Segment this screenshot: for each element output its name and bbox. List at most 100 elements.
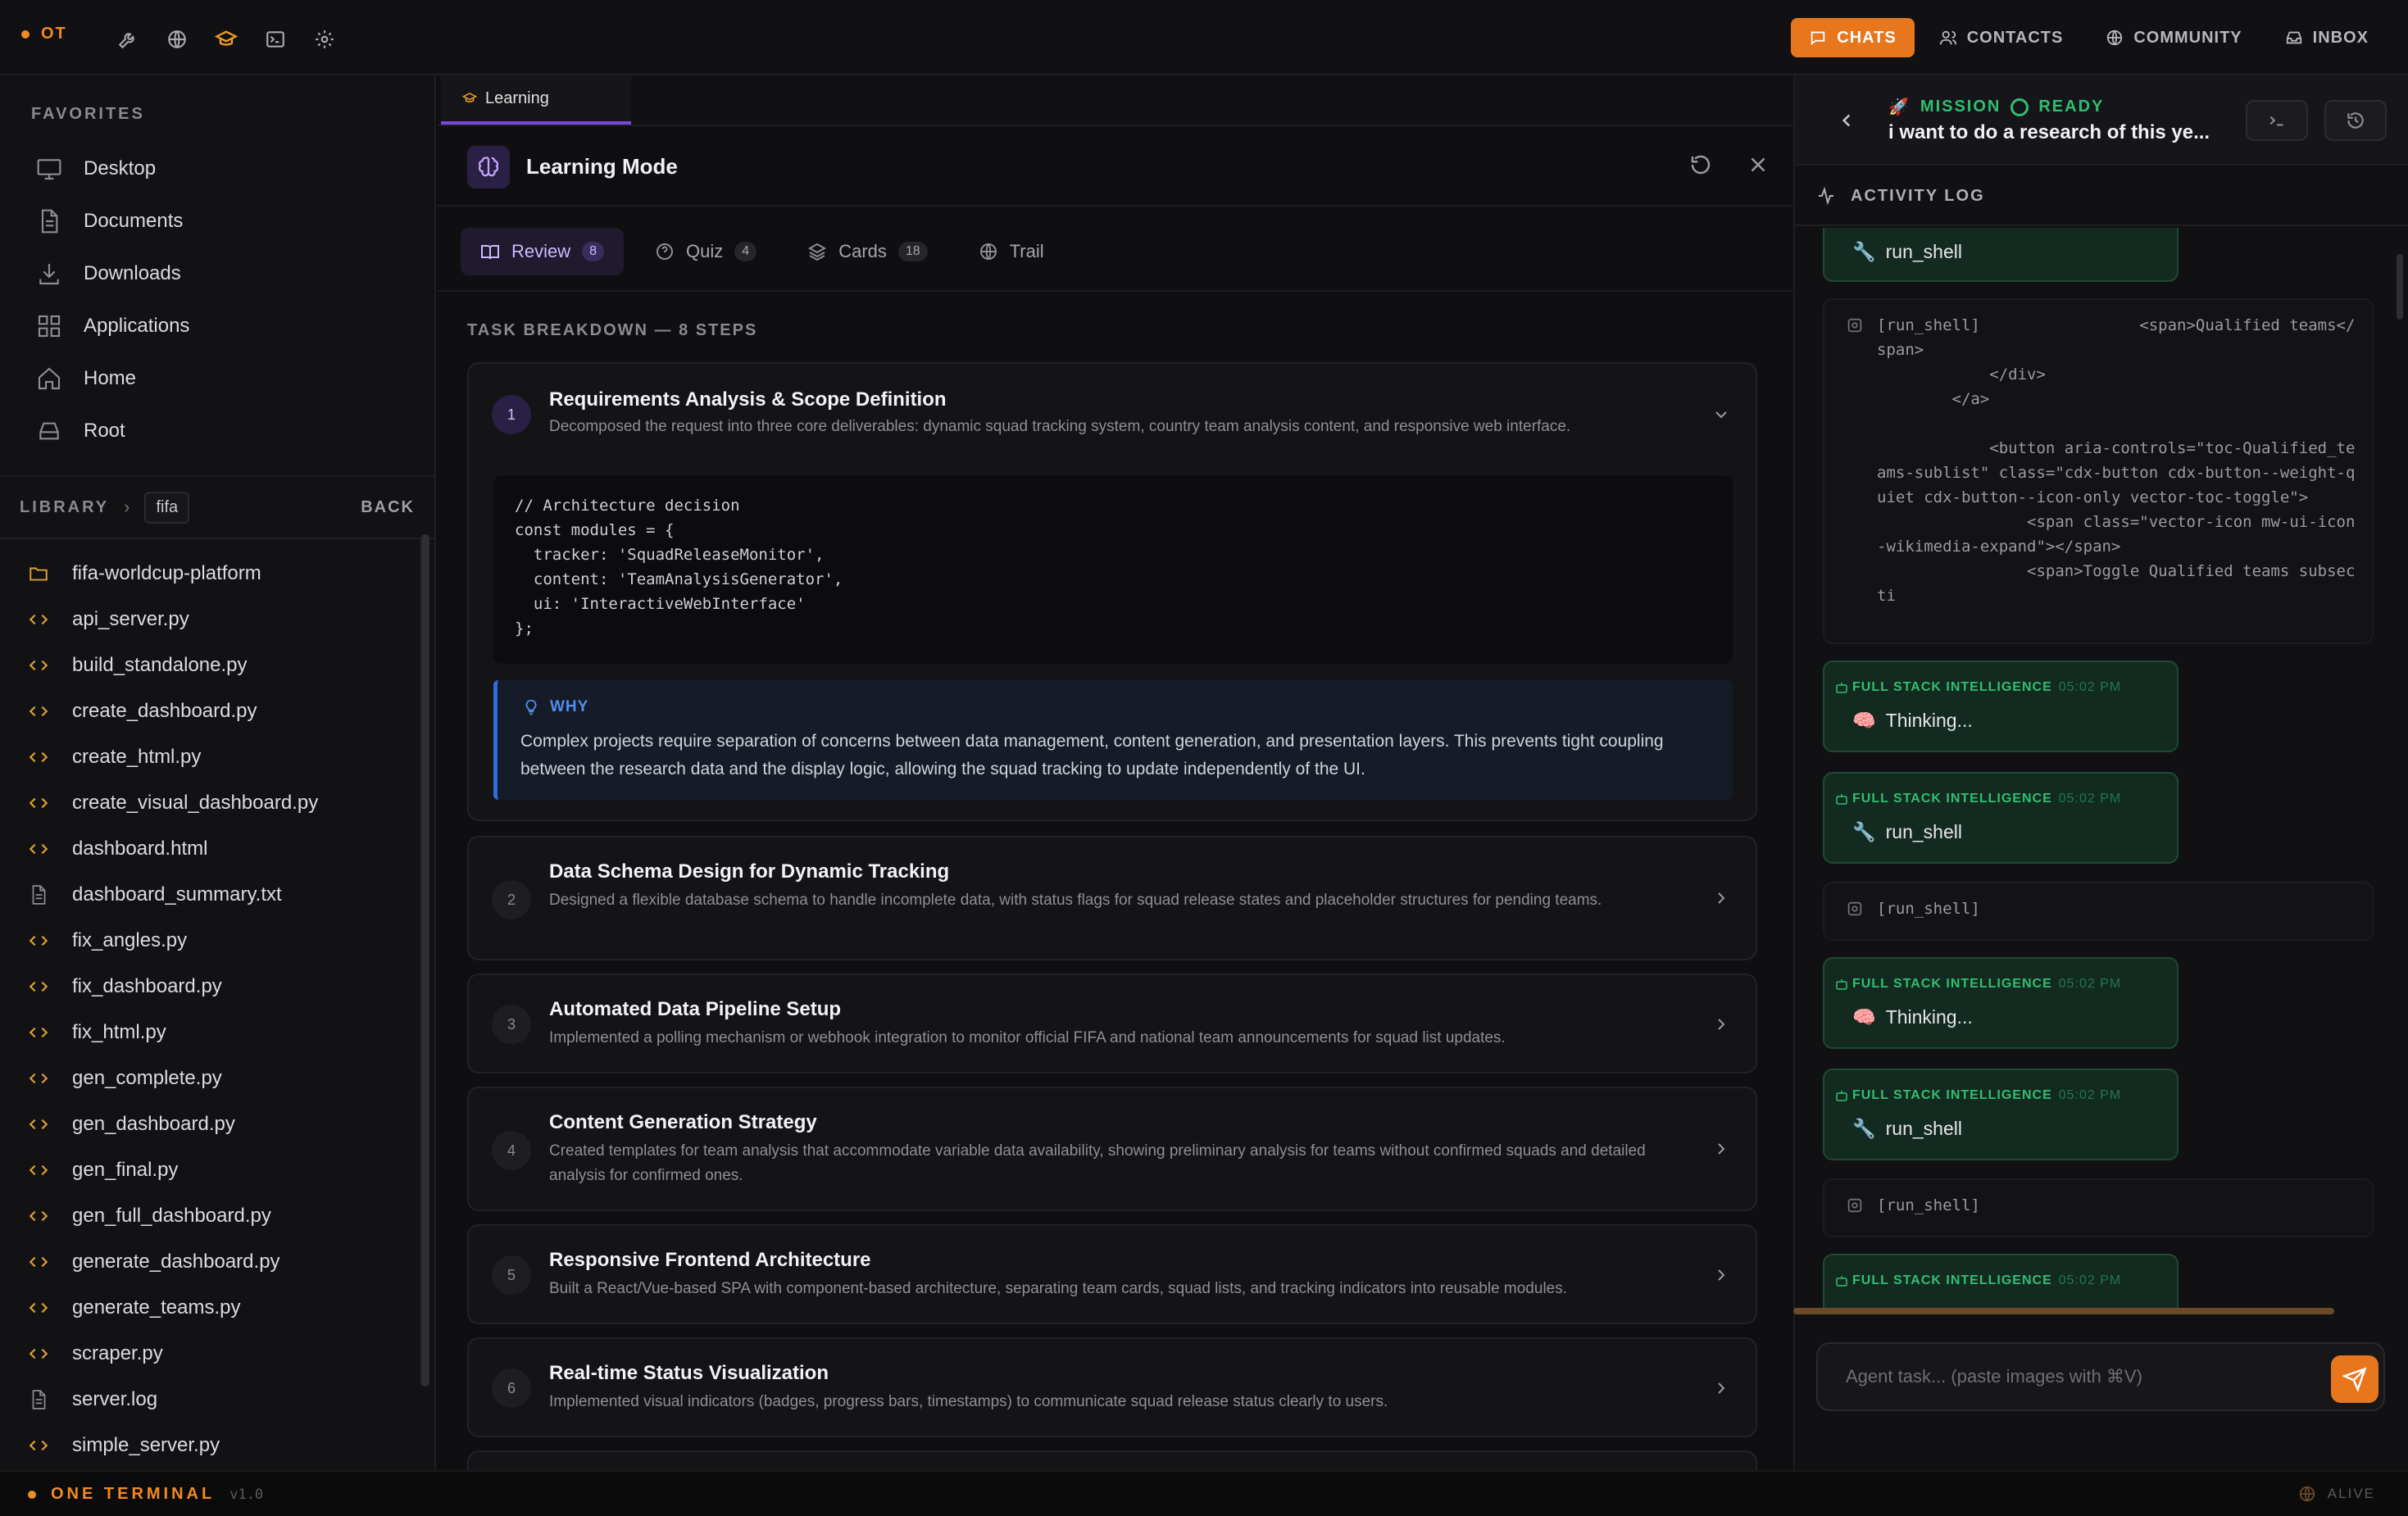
- file-name: generate_teams.py: [72, 1296, 241, 1319]
- file-item[interactable]: api_server.py: [25, 597, 418, 642]
- step-description: Implemented visual indicators (badges, p…: [549, 1393, 1388, 1410]
- step-number: 3: [492, 1005, 531, 1044]
- file-item[interactable]: fix_angles.py: [25, 918, 418, 964]
- tab-review[interactable]: Review 8: [461, 228, 625, 275]
- vertical-scrollbar[interactable]: [2397, 254, 2403, 320]
- code-line: const modules = {: [515, 521, 675, 539]
- file-item[interactable]: gen_full_dashboard.py: [25, 1193, 418, 1239]
- file-item[interactable]: server.log: [25, 1377, 418, 1423]
- brain-icon: [467, 146, 510, 188]
- step-card[interactable]: 3 Automated Data Pipeline Setup Implemen…: [467, 974, 1757, 1073]
- favorite-applications[interactable]: Applications: [36, 300, 189, 352]
- step-card[interactable]: 2 Data Schema Design for Dynamic Trackin…: [467, 836, 1757, 960]
- favorite-home[interactable]: Home: [36, 352, 189, 405]
- file-item[interactable]: fix_dashboard.py: [25, 964, 418, 1010]
- horizontal-scrollbar[interactable]: [1793, 1308, 2334, 1314]
- favorite-desktop[interactable]: Desktop: [36, 143, 189, 195]
- agent-name: FULL STACK INTELLIGENCE 05:02 PM: [1852, 792, 2121, 806]
- terminal-icon[interactable]: [261, 25, 290, 54]
- file-item[interactable]: scraper.py: [25, 1331, 418, 1377]
- refresh-icon[interactable]: [1688, 152, 1713, 177]
- back-button[interactable]: BACK: [361, 498, 415, 517]
- file-item[interactable]: build_standalone.py: [25, 642, 418, 688]
- code-icon: [25, 1112, 52, 1137]
- file-item[interactable]: gen_complete.py: [25, 1055, 418, 1101]
- file-item[interactable]: gen_dashboard.py: [25, 1101, 418, 1147]
- agent-task-input[interactable]: Agent task... (paste images with ⌘V): [1816, 1342, 2385, 1411]
- file-item[interactable]: fifa-worldcup-platform: [25, 551, 418, 597]
- favorite-downloads[interactable]: Downloads: [36, 247, 189, 300]
- agent-name: FULL STACK INTELLIGENCE 05:02 PM: [1852, 1088, 2121, 1103]
- favorites-title: FAVORITES: [31, 105, 145, 123]
- gear-icon[interactable]: [310, 25, 339, 54]
- globe-icon: [2107, 30, 2123, 46]
- chevron-down-icon[interactable]: [1711, 405, 1731, 424]
- file-item[interactable]: create_dashboard.py: [25, 688, 418, 734]
- tab-trail[interactable]: Trail: [959, 228, 1064, 275]
- file-item[interactable]: simple_server.py: [25, 1423, 418, 1468]
- nav-chats-button[interactable]: CHATS: [1791, 18, 1915, 57]
- file-item[interactable]: dashboard.html: [25, 826, 418, 872]
- library-label[interactable]: LIBRARY: [20, 498, 109, 517]
- tab-quiz[interactable]: Quiz 4: [635, 228, 776, 275]
- code-line: ui: 'InteractiveWebInterface': [515, 595, 806, 613]
- file-item[interactable]: create_visual_dashboard.py: [25, 780, 418, 826]
- file-name: create_html.py: [72, 746, 202, 768]
- step-card-expanded[interactable]: 1 Requirements Analysis & Scope Definiti…: [467, 362, 1757, 821]
- file-item[interactable]: dashboard_summary.txt: [25, 872, 418, 918]
- file-item[interactable]: generate_dashboard.py: [25, 1239, 418, 1285]
- step-description: Designed a flexible database schema to h…: [549, 892, 1602, 909]
- library-path-chip[interactable]: fifa: [144, 491, 190, 524]
- nav-community-button[interactable]: COMMUNITY: [2088, 18, 2260, 57]
- tab-label: Quiz: [686, 241, 724, 261]
- tab-learning[interactable]: Learning: [441, 75, 631, 125]
- chevron-right-icon[interactable]: [1711, 888, 1731, 908]
- tool-output: [run_shell] <span>Qualified teams</span>…: [1823, 298, 2374, 644]
- grid-icon: [38, 315, 61, 338]
- file-name: fix_dashboard.py: [72, 975, 222, 997]
- history-button[interactable]: [2324, 100, 2387, 141]
- bot-icon: [1836, 794, 1847, 805]
- step-card[interactable]: 4 Content Generation Strategy Created te…: [467, 1087, 1757, 1211]
- send-button[interactable]: [2331, 1355, 2378, 1403]
- wrench-icon[interactable]: [113, 25, 143, 54]
- bot-icon: [1836, 979, 1847, 990]
- step-card[interactable]: 6 Real-time Status Visualization Impleme…: [467, 1337, 1757, 1437]
- favorite-documents[interactable]: Documents: [36, 195, 189, 247]
- message-body: 🧠 Thinking...: [1852, 1006, 1973, 1028]
- chevron-right-icon[interactable]: [1711, 1265, 1731, 1285]
- brain-icon: 🧠: [1852, 1006, 1876, 1028]
- mission-label: MISSION: [1920, 98, 2001, 116]
- nav-contacts-button[interactable]: CONTACTS: [1921, 18, 2082, 57]
- chevron-left-icon[interactable]: [1836, 110, 1857, 131]
- chevron-right-icon[interactable]: [1711, 1014, 1731, 1034]
- step-card[interactable]: 5 Responsive Frontend Architecture Built…: [467, 1224, 1757, 1324]
- file-item[interactable]: generate_teams.py: [25, 1285, 418, 1331]
- favorite-label: Documents: [84, 210, 184, 232]
- scrollbar-thumb[interactable]: [421, 534, 429, 1387]
- tab-cards[interactable]: Cards 18: [788, 228, 947, 275]
- globe-icon[interactable]: [162, 25, 192, 54]
- terminal-button[interactable]: [2246, 100, 2308, 141]
- send-icon: [2342, 1367, 2367, 1391]
- agent-name-text: FULL STACK INTELLIGENCE: [1852, 680, 2052, 694]
- mission-status: 🚀 MISSION READY: [1888, 97, 2104, 117]
- favorite-label: Desktop: [84, 157, 157, 179]
- code-icon: [25, 607, 52, 632]
- file-item[interactable]: create_html.py: [25, 734, 418, 780]
- nav-label: INBOX: [2312, 28, 2369, 47]
- nav-inbox-button[interactable]: INBOX: [2267, 18, 2387, 57]
- file-name: generate_dashboard.py: [72, 1250, 280, 1273]
- file-item[interactable]: gen_final.py: [25, 1147, 418, 1193]
- status-bar: ONE TERMINAL v1.0 ALIVE: [0, 1470, 2408, 1516]
- graduation-cap-icon[interactable]: [211, 25, 241, 54]
- chevron-right-icon[interactable]: [1711, 1378, 1731, 1398]
- file-name: gen_complete.py: [72, 1067, 222, 1089]
- close-icon[interactable]: [1746, 152, 1770, 177]
- favorite-root[interactable]: Root: [36, 405, 189, 457]
- tool-output-text: [run_shell]: [1877, 1196, 1980, 1214]
- chevron-right-icon[interactable]: [1711, 1139, 1731, 1159]
- file-item[interactable]: fix_html.py: [25, 1010, 418, 1055]
- bot-icon: [1836, 1091, 1847, 1101]
- code-icon: [25, 791, 52, 815]
